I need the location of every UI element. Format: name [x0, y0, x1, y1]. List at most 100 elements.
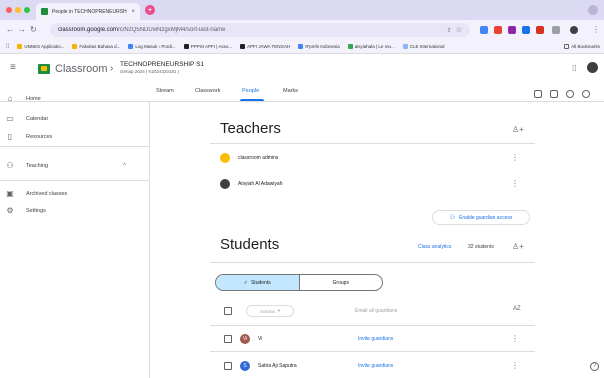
- address-bar[interactable]: classroom.google.com/c/NzQ5NDUwNzgxMjM4/…: [50, 23, 470, 37]
- extension-icon[interactable]: [522, 26, 530, 34]
- settings-gear-icon[interactable]: [582, 90, 590, 98]
- bookmark-item[interactable]: CLE International: [402, 44, 444, 49]
- drive-folder-icon[interactable]: [566, 90, 574, 98]
- browser-profile-icon[interactable]: [588, 5, 598, 15]
- address-url: classroom.google.com/c/NzQ5NDUwNzgxMjM4/…: [58, 27, 226, 33]
- select-all-checkbox[interactable]: [224, 307, 232, 315]
- row-divider: [210, 351, 535, 352]
- bookmark-favicon-icon: [240, 44, 246, 49]
- teacher-row[interactable]: Aisyiah Al Adawiyah ⋮: [210, 174, 535, 194]
- sort-az-icon[interactable]: AZ: [513, 306, 521, 312]
- classroom-logo[interactable]: [38, 64, 50, 74]
- sidebar-item-home[interactable]: ⌂ Home: [0, 90, 150, 108]
- check-icon: ✓: [243, 279, 248, 286]
- row-checkbox[interactable]: [224, 362, 232, 370]
- tab-close-icon[interactable]: ×: [131, 9, 135, 15]
- sidebar-divider: [0, 146, 150, 147]
- forward-icon[interactable]: →: [18, 25, 26, 35]
- student-avatar: S: [240, 361, 250, 371]
- teachers-heading: Teachers: [220, 120, 281, 137]
- guardian-icon: ⚇: [449, 215, 455, 221]
- extension-icon[interactable]: [536, 26, 544, 34]
- home-icon: ⌂: [7, 94, 13, 103]
- add-teacher-icon[interactable]: ♙+: [512, 125, 524, 134]
- tab-classwork[interactable]: Classwork: [195, 88, 220, 94]
- share-icon[interactable]: ⇪: [447, 27, 452, 34]
- browser-tab[interactable]: People in TECHNOPRENEURSHIP S1 ×: [36, 3, 140, 20]
- help-icon[interactable]: ?: [590, 362, 599, 371]
- more-options-icon[interactable]: ⋮: [511, 154, 519, 162]
- extension-icon[interactable]: [480, 26, 488, 34]
- toggle-students[interactable]: ✓ Students: [216, 275, 300, 290]
- invite-guardians-link[interactable]: Invite guardians: [358, 336, 393, 342]
- window-maximize-button[interactable]: [24, 7, 30, 13]
- account-avatar[interactable]: [587, 62, 598, 73]
- more-options-icon[interactable]: ⋮: [511, 180, 519, 188]
- student-row[interactable]: Vi Vi Invite guardians ⋮: [210, 328, 535, 350]
- bookmark-item[interactable]: APFI JAWA TENGAH: [240, 44, 290, 49]
- browser-toolbar: ← → ↻ classroom.google.com/c/NzQ5NDUwNzg…: [0, 20, 604, 40]
- caret-down-icon: ▾: [277, 308, 281, 313]
- bookmark-item[interactable]: IFpmfs Indonesia: [298, 44, 340, 49]
- sidebar-item-resources[interactable]: ▯ Resources: [0, 128, 150, 146]
- main-menu-icon[interactable]: ≡: [10, 63, 16, 73]
- calendar-icon[interactable]: [550, 90, 558, 98]
- extension-icon[interactable]: [494, 26, 502, 34]
- students-groups-toggle: ✓ Students Groups: [215, 274, 383, 291]
- profile-avatar-icon[interactable]: [570, 26, 578, 34]
- row-checkbox[interactable]: [224, 335, 232, 343]
- actions-dropdown[interactable]: Actions ▾: [246, 305, 294, 317]
- resources-icon: ▯: [7, 132, 13, 141]
- archive-icon: ▣: [6, 189, 14, 198]
- apps-grid-icon[interactable]: ⁞⁞: [572, 64, 576, 73]
- bookmark-item[interactable]: Fakultas Bahasa d...: [72, 44, 120, 49]
- bookmark-star-icon[interactable]: ☆: [456, 26, 462, 34]
- sidebar-divider: [0, 180, 150, 181]
- browser-menu-icon[interactable]: ⋮: [592, 25, 600, 35]
- teachers-divider: [210, 143, 535, 144]
- meet-icon[interactable]: [534, 90, 542, 98]
- bookmark-favicon-icon: [347, 44, 353, 49]
- apps-grid-icon[interactable]: ⁞⁞: [6, 44, 9, 50]
- chevron-up-icon[interactable]: ^: [123, 163, 126, 169]
- class-name[interactable]: TECHNOPRENEURSHIP S1: [120, 61, 204, 68]
- brand-name[interactable]: Classroom: [55, 63, 108, 75]
- add-student-icon[interactable]: ♙+: [512, 242, 524, 251]
- sidebar: ⌂ Home ▭ Calendar ▯ Resources ⚇ Teaching…: [0, 95, 150, 378]
- invite-guardians-link[interactable]: Invite guardians: [358, 363, 393, 369]
- sidebar-item-archived[interactable]: ▣ Archived classes: [0, 185, 150, 203]
- tab-stream[interactable]: Stream: [156, 88, 174, 94]
- bookmark-item[interactable]: aisyiahala | Le mo...: [347, 44, 395, 49]
- window-close-button[interactable]: [6, 7, 12, 13]
- tab-title: People in TECHNOPRENEURSHIP S1: [52, 8, 128, 15]
- new-tab-button[interactable]: +: [145, 5, 155, 15]
- email-all-guardians: Email all guardians: [355, 308, 398, 314]
- bookmark-item[interactable]: PPPSI APFI | Asso...: [183, 44, 232, 49]
- teaching-people-icon: ⚇: [6, 161, 14, 170]
- toggle-groups[interactable]: Groups: [300, 275, 383, 290]
- all-bookmarks[interactable]: All Bookmarks: [564, 44, 604, 49]
- enable-guardian-access-button[interactable]: ⚇ Enable guardian access: [432, 210, 530, 225]
- breadcrumb-chevron-icon: ›: [110, 63, 114, 74]
- classroom-favicon-icon: [41, 8, 48, 15]
- bookmark-item[interactable]: Log Masuk › Prodi...: [128, 44, 176, 49]
- tab-marks[interactable]: Marks: [283, 88, 298, 94]
- bookmark-favicon-icon: [298, 44, 304, 49]
- bookmark-item[interactable]: UNNES Applicatio...: [17, 44, 64, 49]
- student-avatar: Vi: [240, 334, 250, 344]
- back-icon[interactable]: ←: [6, 25, 14, 35]
- sidebar-item-calendar[interactable]: ▭ Calendar: [0, 110, 150, 128]
- reload-icon[interactable]: ↻: [30, 25, 37, 35]
- extension-icon[interactable]: [508, 26, 516, 34]
- bookmark-favicon-icon: [183, 44, 189, 49]
- tab-people[interactable]: People: [242, 88, 259, 94]
- student-row[interactable]: S Satria Aji Saputra Invite guardians ⋮: [210, 355, 535, 377]
- extensions-puzzle-icon[interactable]: [552, 26, 560, 34]
- sidebar-item-settings[interactable]: ⚙ Settings: [0, 202, 150, 220]
- teacher-row[interactable]: classroom admins ⋮: [210, 148, 535, 168]
- more-options-icon[interactable]: ⋮: [511, 335, 519, 343]
- more-options-icon[interactable]: ⋮: [511, 362, 519, 370]
- window-minimize-button[interactable]: [15, 7, 21, 13]
- sidebar-item-teaching[interactable]: ⚇ Teaching ^: [0, 157, 150, 175]
- class-analytics-link[interactable]: Class analytics: [418, 244, 451, 250]
